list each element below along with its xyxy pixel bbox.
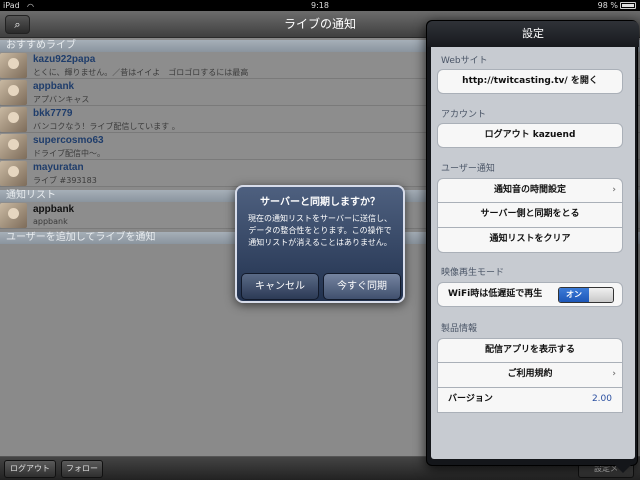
avatar [0,134,27,159]
section-header-account: アカウント [441,110,487,120]
user-name: appbank [33,81,75,92]
toggle-knob [589,288,613,302]
sync-now-button[interactable]: 今すぐ同期 [323,273,401,300]
terms-row[interactable]: ご利用規約 › [437,363,623,388]
terms-label: ご利用規約 [507,369,553,379]
chevron-right-icon: › [612,185,616,195]
notify-time-setting[interactable]: 通知音の時間設定 › [437,178,623,203]
show-app-button[interactable]: 配信アプリを表示する [437,338,623,363]
user-name: kazu922papa [33,54,96,65]
avatar [0,203,27,228]
follow-button[interactable]: フォロー [61,460,103,478]
sync-alert: サーバーと同期しますか？ 現在の通知リストをサーバーに送信し、データの整合性をと… [235,185,405,303]
user-subtitle: とくに、輝りません。／昔はイイよ ゴロゴロするには最高 [33,68,249,77]
user-name: supercosmo63 [33,135,104,146]
popover-title: 設定 [427,21,639,47]
logout-button[interactable]: ログアウト [4,460,56,478]
version-row: バージョン 2.00 [437,388,623,413]
settings-list: Webサイト http://twitcasting.tv/ を開く アカウント … [431,47,635,459]
section-header-video: 映像再生モード [441,268,505,278]
wifi-low-latency-row: WiFi時は低遅延で再生 オン [437,282,623,307]
user-subtitle: appbank [33,217,68,226]
user-subtitle: ドライブ配信中～。 [33,149,105,158]
wifi-low-latency-label: WiFi時は低遅延で再生 [448,289,543,299]
toggle-on-label: オン [559,288,589,302]
logout-account-button[interactable]: ログアウト kazuend [437,123,623,148]
section-header-product: 製品情報 [441,324,478,334]
wifi-low-latency-toggle[interactable]: オン [558,287,614,303]
user-subtitle: ライブ #393183 [33,176,97,185]
version-label: バージョン [448,394,493,404]
alert-title: サーバーと同期しますか？ [260,197,380,208]
avatar [0,107,27,132]
section-header-notification: ユーザー通知 [441,164,495,174]
user-name: appbank [33,204,75,215]
chevron-right-icon: › [612,369,616,379]
user-name: mayuratan [33,162,84,173]
avatar [0,80,27,105]
user-subtitle: バンコクなう！ライブ配信しています 。 [33,122,180,131]
settings-popover: 設定 Webサイト http://twitcasting.tv/ を開く アカウ… [426,20,639,473]
clear-list-button[interactable]: 通知リストをクリア [437,228,623,253]
status-bar: iPad ◠ 9:18 98 % [0,0,640,11]
avatar [0,53,27,78]
battery-percent: 98 % [597,1,618,10]
server-sync-button[interactable]: サーバー側と同期をとる [437,203,623,228]
popover-arrow [615,465,631,473]
version-value: 2.00 [591,394,612,404]
user-name: bkk7779 [33,108,73,119]
section-header-website: Webサイト [441,56,488,66]
user-subtitle: アプバンキャス [33,95,90,104]
alert-message: 現在の通知リストをサーバーに送信し、データの整合性をとります。この操作で通知リス… [248,214,392,247]
open-website-button[interactable]: http://twitcasting.tv/ を開く [437,69,623,94]
notify-time-label: 通知音の時間設定 [493,185,566,195]
cancel-button[interactable]: キャンセル [241,273,319,300]
clock: 9:18 [311,1,329,10]
avatar [0,161,27,186]
battery-icon [620,2,636,9]
